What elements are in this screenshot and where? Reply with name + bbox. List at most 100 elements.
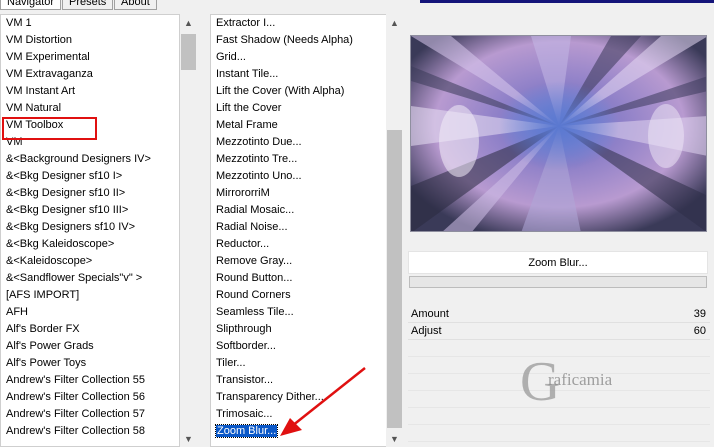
list-item[interactable]: &<Bkg Designers sf10 IV>	[1, 219, 179, 236]
list-item[interactable]: VM Experimental	[1, 49, 179, 66]
list-item[interactable]: VM Instant Art	[1, 83, 179, 100]
list-item-label: Andrew's Filter Collection 57	[6, 408, 146, 420]
list-item[interactable]: VM Natural	[1, 100, 179, 117]
list-item[interactable]: Slipthrough	[211, 321, 387, 338]
list-item[interactable]: Mezzotinto Tre...	[211, 151, 387, 168]
list-item[interactable]: Remove Gray...	[211, 253, 387, 270]
list-item-label: Softborder...	[216, 340, 276, 352]
list-item-label: Reductor...	[216, 238, 270, 250]
list-item[interactable]: Andrew's Filter Collection 56	[1, 389, 179, 406]
list-item[interactable]: AFH	[1, 304, 179, 321]
scroll-down-icon[interactable]: ▼	[180, 430, 197, 447]
category-list[interactable]: VM 1 VM Distortion VM Experimental VM Extra…	[0, 14, 180, 447]
tab-navigator[interactable]: Navigator	[0, 0, 62, 10]
list-item[interactable]: Andrew's Filter Collection 57	[1, 406, 179, 423]
list-item[interactable]: Grid...	[211, 49, 387, 66]
title-bar-strip	[420, 0, 714, 3]
list-item[interactable]: VM 1	[1, 15, 179, 32]
list-item-label: Andrew's Filter Collection 58	[6, 425, 146, 437]
list-item-label: [AFS IMPORT]	[6, 289, 80, 301]
list-item[interactable]: Round Button...	[211, 270, 387, 287]
scroll-down-icon[interactable]: ▼	[386, 430, 403, 447]
list-item-label: VM 1	[6, 17, 32, 29]
list-item-label: VM Natural	[6, 102, 62, 114]
preview-image	[410, 35, 707, 232]
list-item[interactable]: Radial Mosaic...	[211, 202, 387, 219]
list-item-label: Andrew's Filter Collection 55	[6, 374, 146, 386]
list-item[interactable]: Lift the Cover	[211, 100, 387, 117]
list-item[interactable]: MirrororriM	[211, 185, 387, 202]
param-value: 60	[693, 325, 706, 337]
list-item-label: &<Sandflower Specials"v" >	[6, 272, 143, 284]
param-row-empty	[408, 425, 710, 442]
list-item[interactable]: Lift the Cover (With Alpha)	[211, 83, 387, 100]
list-item-label: Radial Noise...	[216, 221, 288, 233]
list-item-label: VM Extravaganza	[6, 68, 93, 80]
watermark-logo: G raficamia	[518, 350, 638, 416]
list-item-label: Alf's Power Toys	[6, 357, 87, 369]
list-item[interactable]: &<Bkg Designer sf10 II>	[1, 185, 179, 202]
list-item[interactable]: VM Extravaganza	[1, 66, 179, 83]
list-item[interactable]: Seamless Tile...	[211, 304, 387, 321]
list-item[interactable]: Mezzotinto Due...	[211, 134, 387, 151]
highlight-box	[2, 117, 97, 140]
red-arrow-icon	[280, 367, 366, 436]
watermark-text: raficamia	[548, 370, 613, 389]
list-item[interactable]: Instant Tile...	[211, 66, 387, 83]
list-item-label: VM Experimental	[6, 51, 90, 63]
scroll-thumb[interactable]	[181, 34, 196, 70]
list-item-label: Mezzotinto Due...	[216, 136, 302, 148]
param-row-amount[interactable]: Amount 39	[408, 306, 710, 323]
list-item[interactable]: Alf's Power Grads	[1, 338, 179, 355]
scroll-up-icon[interactable]: ▲	[180, 14, 197, 31]
progress-bar	[409, 276, 707, 288]
list-item[interactable]: Round Corners	[211, 287, 387, 304]
param-label: Amount	[411, 308, 449, 320]
list-item[interactable]: &<Bkg Designer sf10 I>	[1, 168, 179, 185]
list-item[interactable]: &<Background Designers IV>	[1, 151, 179, 168]
list-item-label: Fast Shadow (Needs Alpha)	[216, 34, 353, 46]
list-item-label: Zoom Blur...	[214, 424, 279, 438]
list-item[interactable]: Metal Frame	[211, 117, 387, 134]
list-item[interactable]: Andrew's Filter Collection 58	[1, 423, 179, 440]
param-value: 39	[693, 308, 706, 320]
scroll-thumb[interactable]	[387, 130, 402, 428]
list-item[interactable]: Softborder...	[211, 338, 387, 355]
list-item-label: Metal Frame	[216, 119, 278, 131]
list-item[interactable]: Alf's Power Toys	[1, 355, 179, 372]
category-scrollbar[interactable]: ▲ ▼	[180, 14, 197, 447]
list-item-label: Andrew's Filter Collection 56	[6, 391, 146, 403]
list-item[interactable]: Mezzotinto Uno...	[211, 168, 387, 185]
tab-presets[interactable]: Presets	[62, 0, 114, 10]
list-item-label: Transistor...	[216, 374, 274, 386]
param-label: Adjust	[411, 325, 442, 337]
list-item-label: Lift the Cover (With Alpha)	[216, 85, 345, 97]
list-item[interactable]: Extractor I...	[211, 15, 387, 32]
param-row-adjust[interactable]: Adjust 60	[408, 323, 710, 340]
list-item[interactable]: Andrew's Filter Collection 55	[1, 372, 179, 389]
list-item[interactable]: &<Bkg Kaleidoscope>	[1, 236, 179, 253]
tab-about[interactable]: About	[114, 0, 157, 10]
list-item-label: Instant Tile...	[216, 68, 279, 80]
filter-scrollbar[interactable]: ▲ ▼	[386, 14, 403, 447]
list-item[interactable]: Fast Shadow (Needs Alpha)	[211, 32, 387, 49]
list-item-label: VM Distortion	[6, 34, 73, 46]
list-item-label: Grid...	[216, 51, 246, 63]
list-item-label: Alf's Power Grads	[6, 340, 94, 352]
list-item[interactable]: [AFS IMPORT]	[1, 287, 179, 304]
list-item[interactable]: Reductor...	[211, 236, 387, 253]
list-item-label: Radial Mosaic...	[216, 204, 295, 216]
list-item-label: Alf's Border FX	[6, 323, 80, 335]
list-item[interactable]: &<Bkg Designer sf10 III>	[1, 202, 179, 219]
list-item[interactable]: &<Sandflower Specials"v" >	[1, 270, 179, 287]
list-item-label: Lift the Cover	[216, 102, 282, 114]
list-item[interactable]: VM Distortion	[1, 32, 179, 49]
list-item[interactable]: Radial Noise...	[211, 219, 387, 236]
list-item-label: &<Bkg Designers sf10 IV>	[6, 221, 136, 233]
list-item-label: Mezzotinto Uno...	[216, 170, 302, 182]
scroll-up-icon[interactable]: ▲	[386, 14, 403, 31]
list-item[interactable]: Alf's Border FX	[1, 321, 179, 338]
list-item-label: Round Corners	[216, 289, 291, 301]
list-item[interactable]: &<Kaleidoscope>	[1, 253, 179, 270]
filter-name-button[interactable]: Zoom Blur...	[408, 251, 708, 274]
